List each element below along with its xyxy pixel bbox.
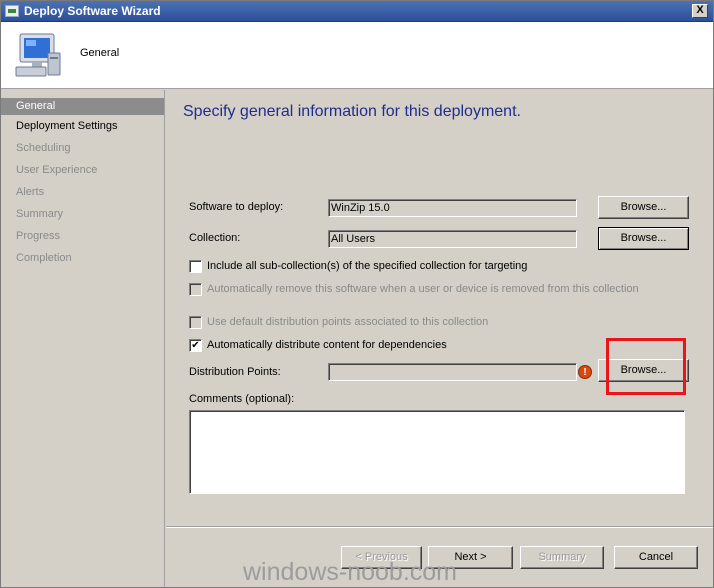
main-panel: Specify general information for this dep… xyxy=(166,90,713,587)
include-subcollections-checkbox[interactable] xyxy=(189,260,202,273)
page-heading: Specify general information for this dep… xyxy=(183,103,521,120)
summary-button[interactable]: Summary xyxy=(520,546,604,569)
nav-step-user-experience: User Experience xyxy=(16,164,98,176)
auto-distribute-checkbox[interactable]: ✔ xyxy=(189,339,202,352)
software-browse-button[interactable]: Browse... xyxy=(598,196,689,219)
nav-step-general: General xyxy=(1,98,164,115)
nav-step-deployment-settings: Deployment Settings xyxy=(16,120,118,132)
distribution-points-field[interactable] xyxy=(328,363,577,381)
nav-step-summary: Summary xyxy=(16,208,64,220)
warning-icon: ! xyxy=(578,365,592,379)
software-field[interactable]: WinZip 15.0 xyxy=(328,199,577,217)
collection-field[interactable]: All Users xyxy=(328,230,577,248)
wizard-app-icon xyxy=(5,5,19,17)
default-dp-label: Use default distribution points associat… xyxy=(207,316,489,328)
footer-divider xyxy=(166,526,713,528)
wizard-steps-nav: General Deployment Settings Scheduling U… xyxy=(1,90,165,587)
collection-browse-button[interactable]: Browse... xyxy=(598,227,689,250)
window-title: Deploy Software Wizard xyxy=(24,4,161,18)
nav-step-progress: Progress xyxy=(16,230,61,242)
wizard-window: Deploy Software Wizard X General General… xyxy=(0,0,714,588)
collection-label: Collection: xyxy=(189,232,241,244)
auto-remove-label: Automatically remove this software when … xyxy=(207,283,639,295)
title-bar[interactable]: Deploy Software Wizard X xyxy=(1,1,713,22)
auto-distribute-label: Automatically distribute content for dep… xyxy=(207,339,447,351)
nav-step-completion: Completion xyxy=(16,252,72,264)
distribution-points-label: Distribution Points: xyxy=(189,366,281,378)
highlight-box xyxy=(606,338,686,395)
default-dp-checkbox[interactable] xyxy=(189,316,202,329)
auto-remove-checkbox[interactable] xyxy=(189,283,202,296)
cancel-button[interactable]: Cancel xyxy=(614,546,698,569)
software-label: Software to deploy: xyxy=(189,201,284,213)
watermark: windows-noob.com xyxy=(243,558,457,586)
page-title: General xyxy=(80,47,120,59)
comments-label: Comments (optional): xyxy=(189,393,295,405)
nav-step-alerts: Alerts xyxy=(16,186,45,198)
include-subcollections-label: Include all sub-collection(s) of the spe… xyxy=(207,260,528,272)
close-button[interactable]: X xyxy=(692,4,708,18)
comments-textarea[interactable] xyxy=(189,410,685,494)
nav-step-scheduling: Scheduling xyxy=(16,142,71,154)
computer-icon xyxy=(15,33,61,77)
header-banner: General xyxy=(1,22,713,89)
